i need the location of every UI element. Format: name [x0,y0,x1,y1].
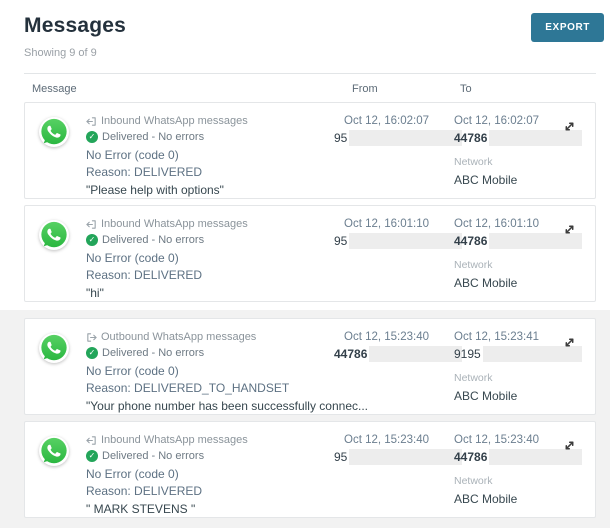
expand-icon[interactable] [561,438,577,454]
inbound-message-icon [86,116,97,127]
table-column-headers: Message From To [0,74,610,102]
message-row[interactable]: Inbound WhatsApp messages ✓ Delivered - … [24,421,596,518]
expand-icon[interactable] [561,335,577,351]
export-button[interactable]: EXPORT [531,13,604,42]
message-type-label: Inbound WhatsApp messages [101,434,248,446]
message-type-label: Inbound WhatsApp messages [101,218,248,230]
whatsapp-icon [39,117,69,147]
outbound-message-icon [86,332,97,343]
to-number: 9195 [454,347,481,361]
network-label: Network [454,372,493,384]
results-count: Showing 9 of 9 [24,47,97,59]
from-cell: Oct 12, 16:01:10 95 [334,218,462,249]
check-circle-icon: ✓ [86,450,98,462]
check-circle-icon: ✓ [86,234,98,246]
network-value: ABC Mobile [454,389,518,403]
inbound-message-icon [86,219,97,230]
from-cell: Oct 12, 15:23:40 44786 [334,331,462,362]
from-number: 44786 [334,347,368,361]
whatsapp-icon [39,436,69,466]
whatsapp-icon [39,333,69,363]
check-circle-icon: ✓ [86,347,98,359]
from-timestamp: Oct 12, 16:01:10 [344,218,430,230]
error-code: No Error (code 0) [86,364,179,378]
from-timestamp: Oct 12, 15:23:40 [344,434,430,446]
message-row[interactable]: Inbound WhatsApp messages ✓ Delivered - … [24,102,596,199]
column-header-to: To [460,83,472,95]
from-cell: Oct 12, 16:02:07 95 [334,115,462,146]
page-header: Messages EXPORT Showing 9 of 9 [0,0,610,59]
page-title: Messages [24,14,126,37]
delivery-reason: Reason: DELIVERED_TO_HANDSET [86,381,290,395]
redacted-number [349,130,462,146]
to-number: 44786 [454,131,488,145]
column-header-from: From [352,83,378,95]
error-code: No Error (code 0) [86,148,179,162]
from-timestamp: Oct 12, 16:02:07 [344,115,430,127]
delivery-status: Delivered - No errors [102,234,205,246]
error-code: No Error (code 0) [86,251,179,265]
delivery-reason: Reason: DELIVERED [86,484,203,498]
delivery-status: Delivered - No errors [102,450,205,462]
message-type-label: Inbound WhatsApp messages [101,115,248,127]
from-number: 95 [334,131,348,145]
network-value: ABC Mobile [454,492,518,506]
to-number: 44786 [454,450,488,464]
column-header-message: Message [32,83,77,95]
expand-icon[interactable] [561,222,577,238]
message-text: " MARK STEVENS " [86,502,196,516]
message-text: "hi" [86,286,104,300]
delivery-status: Delivered - No errors [102,347,205,359]
network-label: Network [454,475,493,487]
lower-section: Outbound WhatsApp messages ✓ Delivered -… [0,310,610,528]
message-type-label: Outbound WhatsApp messages [101,331,257,343]
from-number: 95 [334,450,348,464]
check-circle-icon: ✓ [86,131,98,143]
from-timestamp: Oct 12, 15:23:40 [344,331,430,343]
from-cell: Oct 12, 15:23:40 95 [334,434,462,465]
expand-icon[interactable] [561,119,577,135]
whatsapp-icon [39,220,69,250]
delivery-reason: Reason: DELIVERED [86,165,203,179]
network-label: Network [454,156,493,168]
from-number: 95 [334,234,348,248]
redacted-number [349,449,462,465]
network-label: Network [454,259,493,271]
delivery-reason: Reason: DELIVERED [86,268,203,282]
message-row[interactable]: Outbound WhatsApp messages ✓ Delivered -… [24,318,596,415]
to-number: 44786 [454,234,488,248]
message-text: "Please help with options" [86,183,224,197]
redacted-number [369,346,462,362]
error-code: No Error (code 0) [86,467,179,481]
network-value: ABC Mobile [454,276,518,290]
delivery-status: Delivered - No errors [102,131,205,143]
redacted-number [349,233,462,249]
message-text: "Your phone number has been successfully… [86,399,368,413]
inbound-message-icon [86,435,97,446]
message-row[interactable]: Inbound WhatsApp messages ✓ Delivered - … [24,205,596,302]
network-value: ABC Mobile [454,173,518,187]
